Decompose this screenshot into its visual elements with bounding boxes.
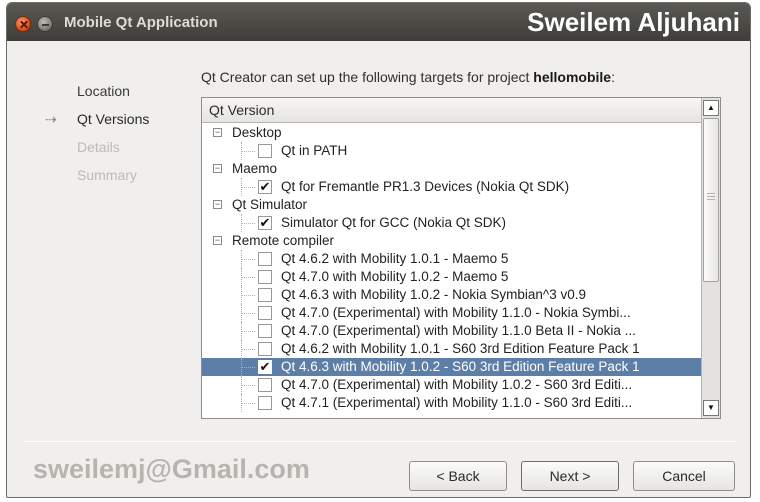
next-button[interactable]: Next >: [521, 461, 619, 491]
tree-item-row[interactable]: Qt 4.7.0 (Experimental) with Mobility 1.…: [202, 304, 702, 322]
step-qt-versions: ⇢ Qt Versions: [45, 109, 149, 137]
minimize-window-button[interactable]: [37, 16, 53, 32]
tree-item-row[interactable]: ✔ Qt 4.6.3 with Mobility 1.0.2 - S60 3rd …: [202, 358, 702, 376]
qt-version-label: Qt 4.6.3 with Mobility 1.0.2 - Nokia Sym…: [281, 287, 586, 302]
tree-group-label: Maemo: [232, 161, 278, 176]
checkbox-unchecked[interactable]: [258, 144, 272, 158]
tree-item-row[interactable]: ✔ Qt for Fremantle PR1.3 Devices (Nokia Q…: [202, 178, 702, 196]
intro-text: Qt Creator can set up the following targ…: [201, 69, 615, 85]
tree-connector: [241, 187, 255, 188]
back-button[interactable]: < Back: [409, 461, 507, 491]
tree-item-row[interactable]: Qt 4.6.3 with Mobility 1.0.2 - Nokia Sym…: [202, 286, 702, 304]
vertical-scrollbar[interactable]: ▲ ▼: [701, 98, 720, 418]
checkbox-checked[interactable]: ✔: [258, 216, 272, 230]
tree-connector: [241, 277, 255, 278]
intro-suffix: :: [611, 69, 615, 85]
tree-item-row[interactable]: Qt 4.7.0 (Experimental) with Mobility 1.…: [202, 322, 702, 340]
tree-connector: [241, 151, 255, 152]
scrollbar-thumb[interactable]: [703, 118, 719, 282]
close-window-button[interactable]: [15, 16, 31, 32]
checkbox-unchecked[interactable]: [258, 306, 272, 320]
tree-item-row[interactable]: ✔ Simulator Qt for GCC (Nokia Qt SDK): [202, 214, 702, 232]
checkbox-unchecked[interactable]: [258, 252, 272, 266]
collapse-toggle-icon[interactable]: −: [213, 164, 222, 173]
step-label: Qt Versions: [77, 111, 150, 127]
project-name: hellomobile: [533, 69, 612, 85]
qt-version-label: Qt 4.6.2 with Mobility 1.0.1 - S60 3rd E…: [281, 341, 640, 356]
tree-group-label: Remote compiler: [232, 233, 335, 248]
tree-item-row[interactable]: Qt 4.7.0 with Mobility 1.0.2 - Maemo 5: [202, 268, 702, 286]
scroll-down-arrow-icon[interactable]: ▼: [703, 400, 719, 416]
email-watermark: sweilemj@Gmail.com: [33, 454, 310, 484]
tree-connector: [241, 223, 255, 224]
tree-group-row[interactable]: − Remote compiler: [202, 232, 702, 250]
collapse-toggle-icon[interactable]: −: [213, 128, 222, 137]
checkbox-unchecked[interactable]: [258, 342, 272, 356]
checkbox-checked[interactable]: ✔: [258, 360, 272, 374]
window-title: Mobile Qt Application: [64, 14, 218, 31]
intro-prefix: Qt Creator can set up the following targ…: [201, 69, 534, 85]
qt-version-label: Qt in PATH: [281, 143, 348, 158]
qt-version-label: Qt 4.7.1 (Experimental) with Mobility 1.…: [281, 395, 633, 410]
qt-version-tree[interactable]: Qt Version − Desktop Qt in PATH − Maemo ✔ Qt f…: [201, 97, 721, 419]
qt-version-label: Qt 4.6.3 with Mobility 1.0.2 - S60 3rd E…: [281, 359, 640, 374]
tree-connector: [241, 295, 255, 296]
checkbox-unchecked[interactable]: [258, 396, 272, 410]
step-location: Location: [45, 81, 149, 109]
step-label: Location: [77, 83, 130, 99]
qt-version-label: Qt 4.7.0 with Mobility 1.0.2 - Maemo 5: [281, 269, 509, 284]
wizard-steps: Location ⇢ Qt Versions Details Summary: [45, 81, 149, 193]
checkbox-unchecked[interactable]: [258, 288, 272, 302]
wizard-window: Mobile Qt Application Sweilem Aljuhani L…: [6, 2, 751, 498]
column-header-qt-version[interactable]: Qt Version: [202, 98, 702, 123]
qt-version-label: Qt 4.6.2 with Mobility 1.0.1 - Maemo 5: [281, 251, 509, 266]
tree-item-row[interactable]: Qt 4.6.2 with Mobility 1.0.1 - S60 3rd E…: [202, 340, 702, 358]
qt-version-label: Qt 4.7.0 (Experimental) with Mobility 1.…: [281, 323, 636, 338]
tree-group-label: Qt Simulator: [232, 197, 308, 212]
tree-item-row[interactable]: Qt 4.6.2 with Mobility 1.0.1 - Maemo 5: [202, 250, 702, 268]
qt-version-label: Qt 4.7.0 (Experimental) with Mobility 1.…: [281, 377, 633, 392]
footer-divider: [25, 441, 735, 442]
qt-version-label: Simulator Qt for GCC (Nokia Qt SDK): [281, 215, 507, 230]
current-step-arrow-icon: ⇢: [45, 111, 57, 127]
tree-group-label: Desktop: [232, 125, 282, 140]
step-details: Details: [45, 137, 149, 165]
checkbox-checked[interactable]: ✔: [258, 180, 272, 194]
tree-connector: [241, 331, 255, 332]
qt-version-label: Qt for Fremantle PR1.3 Devices (Nokia Qt…: [281, 179, 570, 194]
checkbox-unchecked[interactable]: [258, 270, 272, 284]
tree-connector: [241, 259, 255, 260]
step-label: Summary: [77, 167, 137, 183]
tree-item-row[interactable]: Qt in PATH: [202, 142, 702, 160]
scroll-up-arrow-icon[interactable]: ▲: [703, 100, 719, 116]
tree-connector: [241, 385, 255, 386]
tree-item-row[interactable]: Qt 4.7.0 (Experimental) with Mobility 1.…: [202, 376, 702, 394]
tree-group-row[interactable]: − Maemo: [202, 160, 702, 178]
title-bar[interactable]: Mobile Qt Application Sweilem Aljuhani: [7, 3, 750, 41]
brand-overlay-text: Sweilem Aljuhani: [527, 7, 740, 37]
tree-connector: [241, 349, 255, 350]
checkbox-unchecked[interactable]: [258, 378, 272, 392]
qt-version-label: Qt 4.7.0 (Experimental) with Mobility 1.…: [281, 305, 631, 320]
step-summary: Summary: [45, 165, 149, 193]
tree-connector: [241, 313, 255, 314]
checkbox-unchecked[interactable]: [258, 324, 272, 338]
collapse-toggle-icon[interactable]: −: [213, 200, 222, 209]
tree-group-row[interactable]: − Desktop: [202, 124, 702, 142]
tree-connector: [241, 403, 255, 404]
tree-connector: [241, 367, 255, 368]
tree-item-row[interactable]: Qt 4.7.1 (Experimental) with Mobility 1.…: [202, 394, 702, 412]
cancel-button[interactable]: Cancel: [633, 461, 735, 491]
tree-group-row[interactable]: − Qt Simulator: [202, 196, 702, 214]
step-label: Details: [77, 139, 120, 155]
tree-rows: − Desktop Qt in PATH − Maemo ✔ Qt for Fremantl…: [202, 124, 702, 419]
collapse-toggle-icon[interactable]: −: [213, 236, 222, 245]
